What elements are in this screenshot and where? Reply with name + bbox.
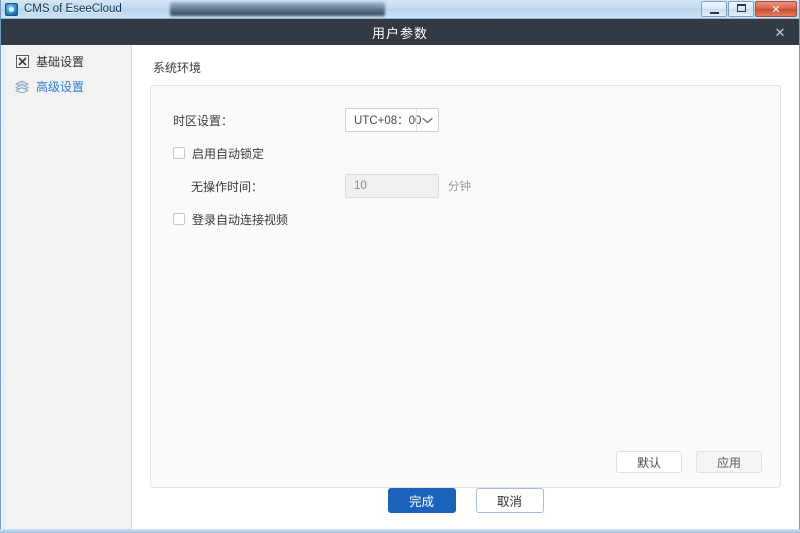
dialog-header: 用户参数 ✕ [1, 19, 799, 45]
auto-lock-checkbox-row[interactable]: 启用自动锁定 [173, 141, 758, 165]
window-close-button[interactable]: ✕ [755, 1, 797, 17]
idle-time-input[interactable] [345, 174, 439, 198]
card-actions: 默认 应用 [616, 451, 762, 473]
os-title-bar: CMS of EseeCloud ✕ [0, 0, 800, 19]
section-title: 系统环境 [153, 61, 202, 75]
auto-lock-label: 启用自动锁定 [192, 146, 265, 161]
timezone-label: 时区设置： [173, 113, 234, 128]
window-controls: ✕ [701, 1, 797, 17]
advanced-settings-icon [15, 80, 29, 94]
apply-button[interactable]: 应用 [696, 451, 762, 473]
auto-connect-label: 登录自动连接视频 [192, 212, 289, 227]
sidebar-item-basic-settings[interactable]: 基础设置 [1, 49, 131, 74]
default-button[interactable]: 默认 [616, 451, 682, 473]
idle-time-row: 无操作时间： 分钟 [173, 174, 758, 198]
window-bottom-edge [0, 529, 800, 533]
dialog-body: 基础设置 高级设置 系统环境 时区设置： UTC+08：00 启用自动锁定 无操… [1, 45, 799, 531]
sidebar: 基础设置 高级设置 [1, 45, 132, 531]
basic-settings-icon [15, 55, 29, 69]
sidebar-item-advanced-settings[interactable]: 高级设置 [1, 74, 131, 99]
auto-lock-checkbox[interactable] [173, 147, 185, 159]
app-logo-icon [5, 2, 18, 16]
chevron-down-icon [416, 109, 438, 131]
content-area: 系统环境 时区设置： UTC+08：00 启用自动锁定 无操作时间： 10 分钟… [132, 45, 799, 531]
auto-connect-checkbox-row[interactable]: 登录自动连接视频 [173, 207, 758, 231]
timezone-select[interactable]: UTC+08：00 [345, 108, 439, 132]
sidebar-item-label: 基础设置 [36, 55, 85, 69]
cancel-button[interactable]: 取消 [475, 488, 544, 513]
timezone-row: 时区设置： UTC+08：00 [173, 108, 758, 132]
auto-connect-checkbox[interactable] [173, 213, 185, 225]
dialog-title: 用户参数 [371, 25, 428, 41]
application-window: CMS of EseeCloud ✕ 用户参数 ✕ 基础设置 高级设置 系统环境… [0, 0, 800, 533]
minimize-button[interactable] [701, 1, 727, 17]
idle-time-unit: 分钟 [448, 181, 471, 193]
titlebar-highlight [170, 2, 385, 16]
maximize-button[interactable] [728, 1, 754, 17]
dialog-footer: 完成 取消 [132, 488, 799, 513]
sidebar-item-label: 高级设置 [36, 80, 85, 94]
minimize-icon [709, 12, 719, 14]
maximize-icon [736, 4, 746, 12]
idle-time-label: 无操作时间： [191, 179, 264, 194]
confirm-button[interactable]: 完成 [387, 488, 456, 513]
app-title: CMS of EseeCloud [24, 3, 122, 15]
settings-card: 时区设置： UTC+08：00 启用自动锁定 无操作时间： 10 分钟 登录自动… [150, 85, 781, 488]
dialog-close-icon[interactable]: ✕ [771, 23, 789, 41]
timezone-value: UTC+08：00 [354, 115, 422, 127]
close-icon: ✕ [771, 3, 781, 16]
